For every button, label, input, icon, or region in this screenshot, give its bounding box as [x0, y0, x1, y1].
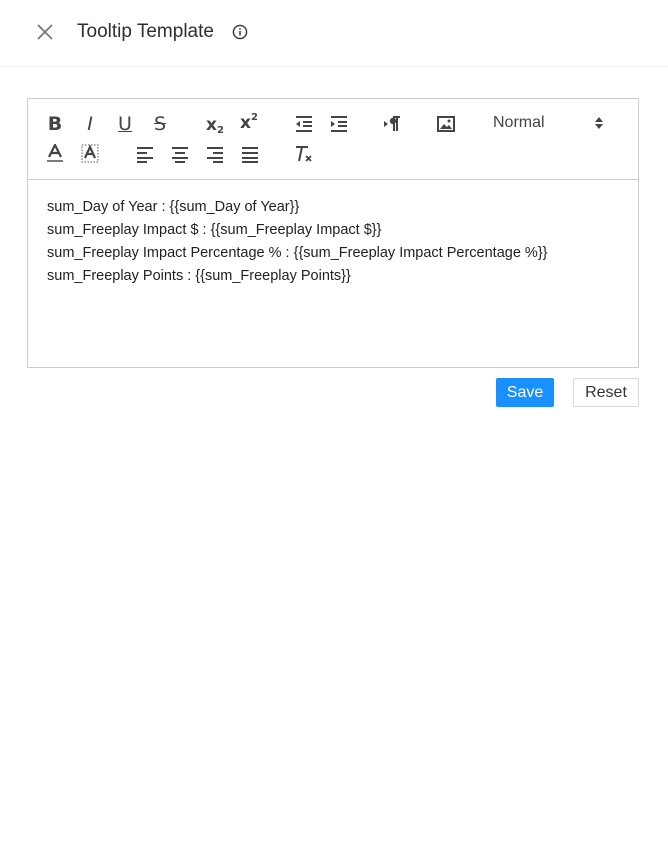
italic-button[interactable]: I: [78, 113, 102, 135]
font-color-icon[interactable]: [43, 143, 67, 165]
close-icon[interactable]: [34, 21, 56, 43]
subscript-button[interactable]: x2: [203, 114, 227, 136]
info-icon[interactable]: [232, 24, 248, 40]
underline-button[interactable]: U: [113, 113, 137, 135]
superscript-base: x: [240, 113, 251, 133]
align-right-icon[interactable]: [203, 143, 227, 165]
content-line: sum_Freeplay Impact Percentage % : {{sum…: [47, 245, 548, 261]
select-arrows-icon: [593, 115, 605, 136]
align-left-icon[interactable]: [133, 143, 157, 165]
save-button[interactable]: Save: [496, 378, 554, 407]
superscript-button[interactable]: x2: [237, 112, 261, 134]
bold-button[interactable]: B: [43, 113, 67, 135]
align-justify-icon[interactable]: [238, 143, 262, 165]
outdent-icon[interactable]: [292, 113, 316, 135]
editor-content[interactable]: sum_Day of Year : {{sum_Day of Year}} su…: [47, 196, 627, 288]
content-line: sum_Freeplay Impact $ : {{sum_Freeplay I…: [47, 222, 382, 238]
align-center-icon[interactable]: [168, 143, 192, 165]
header-select[interactable]: Normal: [493, 111, 605, 135]
content-line: sum_Freeplay Points : {{sum_Freeplay Poi…: [47, 268, 351, 284]
direction-rtl-icon[interactable]: [380, 113, 404, 135]
reset-button[interactable]: Reset: [573, 378, 639, 407]
clear-format-icon[interactable]: [292, 143, 316, 165]
header-select-value: Normal: [493, 114, 545, 131]
superscript-mark: 2: [251, 111, 258, 123]
page-title: Tooltip Template: [77, 21, 214, 42]
subscript-mark: 2: [217, 124, 224, 136]
image-icon[interactable]: [434, 113, 458, 135]
background-color-icon[interactable]: [78, 143, 102, 165]
content-line: sum_Day of Year : {{sum_Day of Year}}: [47, 199, 300, 215]
panel-header: Tooltip Template: [0, 0, 668, 67]
strike-button[interactable]: S: [148, 113, 172, 135]
indent-icon[interactable]: [327, 113, 351, 135]
subscript-base: x: [206, 115, 217, 135]
rich-text-editor: B I U S x2 x2 Normal sum_Day of Year: {…: [27, 98, 639, 368]
editor-toolbar: B I U S x2 x2 Normal: [28, 99, 638, 180]
